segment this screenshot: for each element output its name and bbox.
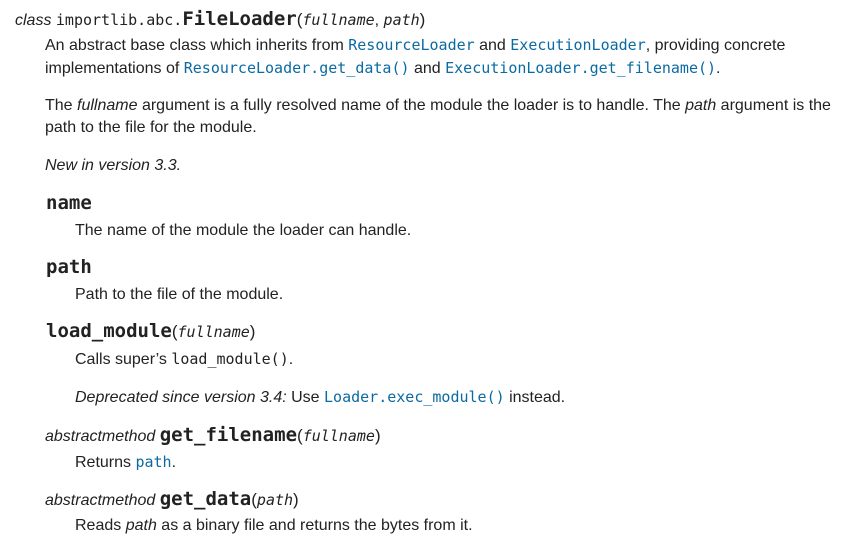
method-get-data: get_data bbox=[159, 488, 252, 510]
class-keyword: class bbox=[15, 12, 52, 29]
load-module-signature: load_module(fullname) bbox=[46, 320, 255, 344]
link-resourceloader[interactable]: ResourceLoader bbox=[348, 36, 474, 54]
abstractmethod-keyword: abstractmethod bbox=[45, 492, 156, 509]
attribute-name-signature: name bbox=[46, 192, 92, 216]
param-path: path bbox=[383, 11, 420, 29]
attribute-path-signature: path bbox=[46, 256, 92, 280]
text: . bbox=[288, 351, 294, 368]
code-load-module: load_module() bbox=[171, 350, 289, 368]
get-data-signature: abstractmethod get_data(path) bbox=[45, 488, 299, 512]
attribute-name-description: The name of the module the loader can ha… bbox=[75, 222, 412, 239]
version-added-note: New in version 3.3. bbox=[45, 157, 182, 174]
attribute-path: path bbox=[46, 256, 92, 278]
text: An abstract base class which inherits fr… bbox=[45, 37, 349, 54]
close-paren: ) bbox=[374, 426, 381, 445]
text: and bbox=[409, 60, 446, 77]
text: Calls super’s bbox=[75, 351, 172, 368]
text: and bbox=[474, 37, 511, 54]
text: Reads bbox=[75, 517, 126, 534]
attribute-path-description: Path to the file of the module. bbox=[75, 286, 284, 303]
link-executionloader[interactable]: ExecutionLoader bbox=[510, 36, 645, 54]
close-paren: ) bbox=[293, 490, 299, 509]
emphasis-fullname: fullname bbox=[77, 97, 138, 114]
class-signature: class importlib.abc.FileLoader(fullname,… bbox=[15, 8, 425, 32]
text: as a binary file and returns the bytes f… bbox=[156, 517, 473, 534]
param-separator: , bbox=[374, 12, 384, 29]
close-paren: ) bbox=[419, 10, 426, 29]
method-get-filename: get_filename bbox=[159, 424, 298, 446]
param-path: path bbox=[256, 491, 294, 509]
class-name: FileLoader bbox=[182, 8, 297, 30]
deprecated-label: Deprecated since version 3.4: bbox=[75, 389, 287, 406]
method-load-module: load_module bbox=[46, 320, 172, 342]
close-paren: ) bbox=[249, 322, 256, 341]
text: Use bbox=[286, 389, 325, 406]
abstractmethod-keyword: abstractmethod bbox=[45, 428, 156, 445]
text: The bbox=[45, 97, 78, 114]
text: argument is a fully resolved name of the… bbox=[137, 97, 686, 114]
text: Returns bbox=[75, 454, 136, 471]
text: . bbox=[716, 60, 721, 77]
get-filename-signature: abstractmethod get_filename(fullname) bbox=[45, 424, 381, 448]
get-data-description: Reads path as a binary file and returns … bbox=[75, 515, 473, 537]
link-loader-exec-module[interactable]: Loader.exec_module() bbox=[324, 388, 505, 406]
attribute-name: name bbox=[46, 192, 92, 214]
link-path[interactable]: path bbox=[135, 453, 171, 471]
get-filename-description: Returns path. bbox=[75, 451, 176, 474]
param-fullname: fullname bbox=[302, 11, 375, 29]
deprecation-note: Deprecated since version 3.4: Use Loader… bbox=[75, 386, 565, 409]
arguments-description: The fullname argument is a fully resolve… bbox=[45, 95, 835, 139]
link-executionloader-get-filename[interactable]: ExecutionLoader.get_filename() bbox=[445, 59, 716, 77]
emphasis-path: path bbox=[685, 97, 717, 114]
param-fullname: fullname bbox=[302, 427, 375, 445]
link-resourceloader-get-data[interactable]: ResourceLoader.get_data() bbox=[184, 59, 410, 77]
text: . bbox=[171, 454, 177, 471]
module-name: importlib.abc. bbox=[55, 11, 183, 29]
emphasis-path: path bbox=[125, 517, 157, 534]
class-description: An abstract base class which inherits fr… bbox=[45, 34, 845, 80]
param-fullname: fullname bbox=[177, 323, 250, 341]
load-module-description: Calls super’s load_module(). bbox=[75, 348, 293, 371]
text: instead. bbox=[504, 389, 566, 406]
